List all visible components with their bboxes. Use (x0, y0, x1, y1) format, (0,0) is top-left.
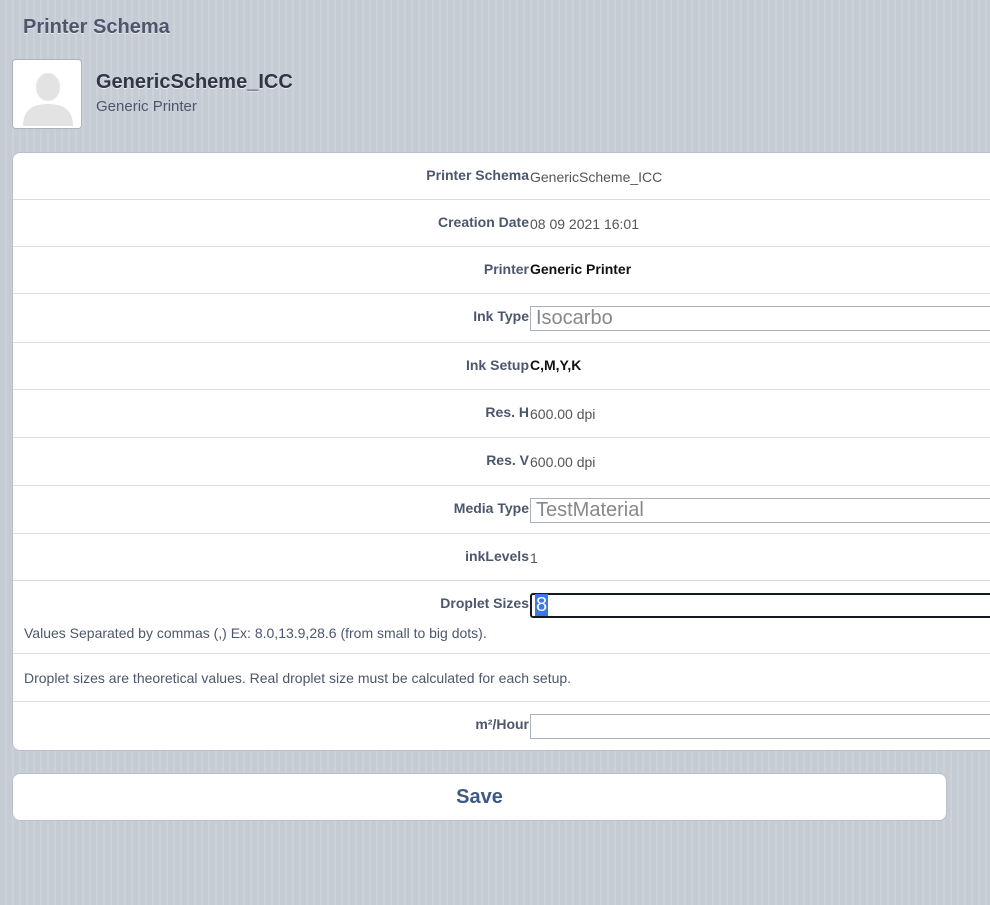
droplet-sizes-hint: Values Separated by commas (,) Ex: 8.0,1… (24, 625, 487, 641)
res-h-label: Res. H (485, 404, 529, 420)
ink-setup-label: Ink Setup (465, 357, 529, 373)
row-droplet-note: Droplet sizes are theoretical values. Re… (13, 654, 990, 702)
ink-levels-value: 1 (530, 550, 538, 566)
res-v-label: Res. V (486, 452, 529, 468)
page-title: Printer Schema (23, 16, 170, 38)
avatar (12, 59, 82, 129)
row-droplet-sizes: Droplet Sizes 8 Values Separated by comm… (13, 581, 990, 654)
row-printer: Printer Generic Printer (13, 247, 990, 294)
person-silhouette-icon (13, 60, 81, 128)
printer-schema-value: GenericScheme_ICC (530, 169, 663, 185)
ink-type-label: Ink Type (473, 308, 529, 324)
droplet-sizes-input[interactable]: 8 (530, 593, 990, 618)
row-res-v: Res. V 600.00 dpi (13, 438, 990, 486)
row-printer-schema: Printer Schema GenericScheme_ICC (13, 153, 990, 200)
m2-hour-input[interactable] (530, 714, 990, 739)
res-v-value: 600.00 dpi (530, 454, 596, 470)
schema-form: Printer Schema GenericScheme_ICC Creatio… (12, 152, 990, 751)
media-type-label: Media Type (453, 500, 529, 516)
droplet-note: Droplet sizes are theoretical values. Re… (24, 670, 572, 686)
ink-levels-label: inkLevels (465, 548, 529, 564)
printer-schema-label: Printer Schema (426, 167, 529, 183)
printer-subtitle: Generic Printer (96, 98, 197, 115)
ink-setup-value: C,M,Y,K (530, 357, 582, 373)
schema-name: GenericScheme_ICC (96, 71, 293, 93)
row-m2-hour: m²/Hour (13, 702, 990, 750)
row-ink-type: Ink Type Isocarbo (13, 294, 990, 343)
m2-hour-label: m²/Hour (475, 716, 529, 732)
res-h-value: 600.00 dpi (530, 406, 596, 422)
row-res-h: Res. H 600.00 dpi (13, 390, 990, 438)
droplet-sizes-value: 8 (535, 594, 549, 616)
save-button[interactable]: Save (12, 773, 947, 821)
row-media-type: Media Type TestMaterial (13, 486, 990, 534)
droplet-sizes-label: Droplet Sizes (440, 595, 529, 611)
creation-date-label: Creation Date (437, 214, 529, 230)
media-type-input[interactable]: TestMaterial (530, 498, 990, 523)
row-ink-setup: Ink Setup C,M,Y,K (13, 343, 990, 390)
printer-label: Printer (483, 261, 529, 277)
row-creation-date: Creation Date 08 09 2021 16:01 (13, 200, 990, 247)
ink-type-input[interactable]: Isocarbo (530, 306, 990, 331)
creation-date-value: 08 09 2021 16:01 (530, 216, 639, 232)
printer-value: Generic Printer (530, 261, 632, 277)
row-ink-levels: inkLevels 1 (13, 534, 990, 581)
